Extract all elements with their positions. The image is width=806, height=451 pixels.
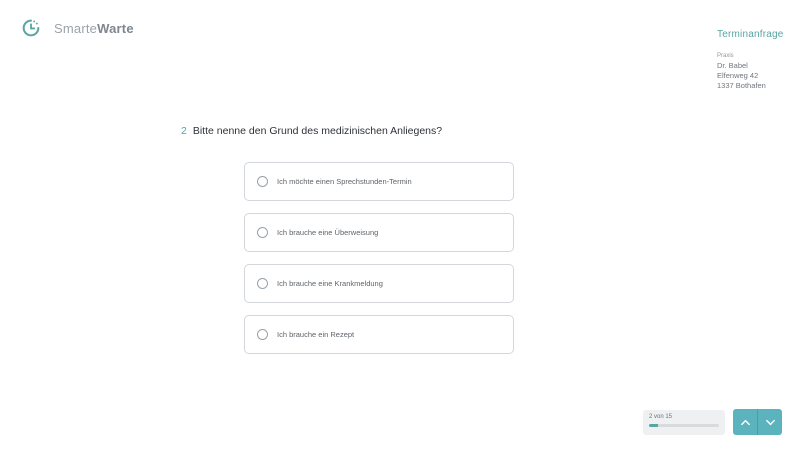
chevron-down-icon (765, 419, 775, 425)
previous-question-button[interactable] (733, 409, 757, 435)
clock-arrow-icon (20, 17, 42, 39)
progress-indicator: 2 von 15 (643, 410, 725, 435)
option-label: Ich brauche ein Rezept (277, 330, 355, 339)
practice-label: Praxis (717, 53, 734, 59)
chevron-up-icon (740, 419, 750, 425)
option-appointment[interactable]: Ich möchte einen Sprechstunden-Termin (244, 162, 514, 201)
next-question-button[interactable] (757, 409, 782, 435)
answer-options: Ich möchte einen Sprechstunden-Termin Ic… (244, 162, 514, 366)
brand-logo: SmarteWarte (20, 17, 134, 39)
radio-button[interactable] (257, 278, 268, 289)
option-label: Ich brauche eine Überweisung (277, 228, 379, 237)
option-sick-note[interactable]: Ich brauche eine Krankmeldung (244, 264, 514, 303)
practice-info: Terminanfrage Praxis Dr. Babel Elfenweg … (717, 29, 783, 91)
practice-street: Elfenweg 42 (717, 71, 759, 80)
progress-text: 2 von 15 (649, 414, 673, 420)
radio-button[interactable] (257, 227, 268, 238)
question-number: 2 (181, 125, 187, 137)
option-label: Ich brauche eine Krankmeldung (277, 279, 383, 288)
option-prescription[interactable]: Ich brauche ein Rezept (244, 315, 514, 354)
progress-bar (649, 424, 719, 427)
brand-name-light: Smarte (54, 20, 98, 36)
option-label: Ich möchte einen Sprechstunden-Termin (277, 177, 412, 186)
practice-city: 1337 Bothafen (717, 81, 766, 90)
page-title: Terminanfrage (717, 29, 784, 40)
practice-doctor: Dr. Babel (717, 61, 748, 70)
brand-name: SmarteWarte (54, 21, 134, 36)
question-navigation (733, 409, 782, 435)
question-text: Bitte nenne den Grund des medizinischen … (192, 125, 443, 137)
brand-name-bold: Warte (97, 20, 134, 36)
radio-button[interactable] (257, 176, 268, 187)
radio-button[interactable] (257, 329, 268, 340)
option-referral[interactable]: Ich brauche eine Überweisung (244, 213, 514, 252)
question: 2 Bitte nenne den Grund des medizinischen… (181, 125, 442, 137)
progress-fill (649, 424, 659, 427)
